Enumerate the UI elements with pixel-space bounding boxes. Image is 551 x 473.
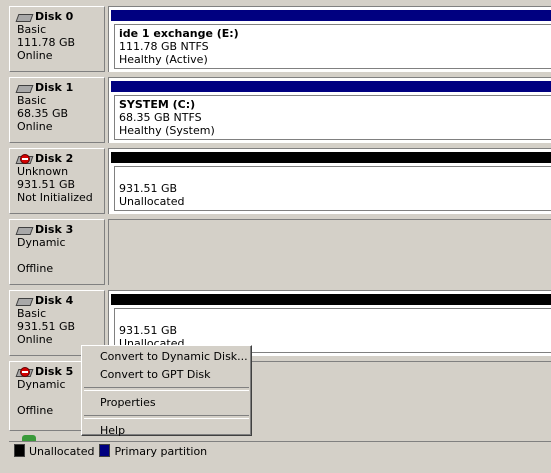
- disk-size: [17, 249, 104, 262]
- disk-0-label[interactable]: Disk 0 Basic 111.78 GB Online: [9, 6, 105, 72]
- disk-status: Not Initialized: [17, 191, 93, 204]
- partition-size: 68.35 GB NTFS: [119, 111, 202, 124]
- disk-size: 68.35 GB: [17, 107, 69, 120]
- disk-2-partition-area: 931.51 GB Unallocated: [108, 148, 551, 214]
- context-menu: Convert to Dynamic Disk... Convert to GP…: [81, 345, 252, 437]
- disk-type: Unknown: [17, 165, 69, 178]
- disk-icon: [17, 296, 32, 306]
- disk-status: Offline: [17, 262, 54, 275]
- disk-1-title-row: Disk 1: [17, 81, 104, 94]
- partition-size: 931.51 GB: [119, 324, 178, 337]
- menu-item-label: Properties: [100, 396, 156, 409]
- legend-unallocated-label: Unallocated: [29, 445, 95, 458]
- menu-item-label: Convert to Dynamic Disk...: [100, 350, 248, 363]
- partition-status: Healthy (System): [119, 124, 215, 137]
- disk-size: 111.78 GB: [17, 36, 76, 49]
- partition-bar-primary: [111, 10, 551, 21]
- disk-name: Disk 2: [35, 152, 74, 165]
- disk-name: Disk 0: [35, 10, 74, 23]
- disk-1-partition-area: SYSTEM (C:) 68.35 GB NTFS Healthy (Syste…: [108, 77, 551, 143]
- disk-icon: [17, 12, 32, 22]
- disk-0-partition-area: ide 1 exchange (E:) 111.78 GB NTFS Healt…: [108, 6, 551, 72]
- disk-type: Basic: [17, 307, 47, 320]
- partition-size: 111.78 GB NTFS: [119, 40, 209, 53]
- disk-size: 931.51 GB: [17, 320, 76, 333]
- partition-bar-unallocated: [111, 152, 551, 163]
- menu-convert-dynamic[interactable]: Convert to Dynamic Disk...: [82, 348, 251, 366]
- menu-separator: [84, 415, 249, 419]
- disk-name: Disk 3: [35, 223, 74, 236]
- disk-row-2: Disk 2 Unknown 931.51 GB Not Initialized…: [0, 148, 551, 214]
- disk-1-label[interactable]: Disk 1 Basic 68.35 GB Online: [9, 77, 105, 143]
- partition-label: SYSTEM (C:): [119, 98, 196, 111]
- disk-name: Disk 5: [35, 365, 74, 378]
- cdrom-icon: [22, 435, 36, 441]
- disk-row-0: Disk 0 Basic 111.78 GB Online ide 1 exch…: [0, 6, 551, 72]
- disk-4-title-row: Disk 4: [17, 294, 104, 307]
- menu-convert-gpt[interactable]: Convert to GPT Disk: [82, 366, 251, 384]
- menu-help[interactable]: Help: [82, 422, 251, 440]
- legend-primary-label: Primary partition: [114, 445, 208, 458]
- disk-name: Disk 4: [35, 294, 74, 307]
- unallocated-region[interactable]: 931.51 GB Unallocated: [114, 166, 551, 211]
- disk-icon: [17, 83, 32, 93]
- partition-c[interactable]: SYSTEM (C:) 68.35 GB NTFS Healthy (Syste…: [114, 95, 551, 140]
- partition-size: 931.51 GB: [119, 182, 178, 195]
- disk-size: 931.51 GB: [17, 178, 76, 191]
- disk-name: Disk 1: [35, 81, 74, 94]
- partition-label-empty: [119, 169, 551, 182]
- legend-bar: Unallocated Primary partition: [9, 441, 551, 463]
- disk-row-3: Disk 3 Dynamic Offline: [0, 219, 551, 285]
- disk-3-partition-area: [108, 219, 551, 285]
- partition-label: ide 1 exchange (E:): [119, 27, 239, 40]
- disk-3-label[interactable]: Disk 3 Dynamic Offline: [9, 219, 105, 285]
- disk-status: Online: [17, 49, 53, 62]
- menu-item-label: Convert to GPT Disk: [100, 368, 211, 381]
- partition-e[interactable]: ide 1 exchange (E:) 111.78 GB NTFS Healt…: [114, 24, 551, 69]
- disk-type: Dynamic: [17, 236, 66, 249]
- disk-type: Basic: [17, 94, 47, 107]
- menu-properties[interactable]: Properties: [82, 394, 251, 412]
- disk-row-1: Disk 1 Basic 68.35 GB Online SYSTEM (C:)…: [0, 77, 551, 143]
- partition-label-empty: [119, 311, 551, 324]
- disk-0-title-row: Disk 0: [17, 10, 104, 23]
- disk-error-icon: [17, 366, 32, 377]
- legend-primary-swatch: [99, 444, 111, 457]
- disk-icon: [17, 225, 32, 235]
- disk-status: Online: [17, 120, 53, 133]
- menu-item-label: Help: [100, 424, 126, 437]
- partition-status: Unallocated: [119, 195, 185, 208]
- disk-2-title-row: Disk 2: [17, 152, 104, 165]
- partition-bar-unallocated: [111, 294, 551, 305]
- partition-status: Healthy (Active): [119, 53, 208, 66]
- disk-2-label[interactable]: Disk 2 Unknown 931.51 GB Not Initialized: [9, 148, 105, 214]
- disk-3-title-row: Disk 3: [17, 223, 104, 236]
- legend-unallocated-swatch: [14, 444, 25, 457]
- disk-error-icon: [17, 153, 32, 164]
- disk-type: Basic: [17, 23, 47, 36]
- menu-separator: [84, 387, 249, 391]
- partition-bar-primary: [111, 81, 551, 92]
